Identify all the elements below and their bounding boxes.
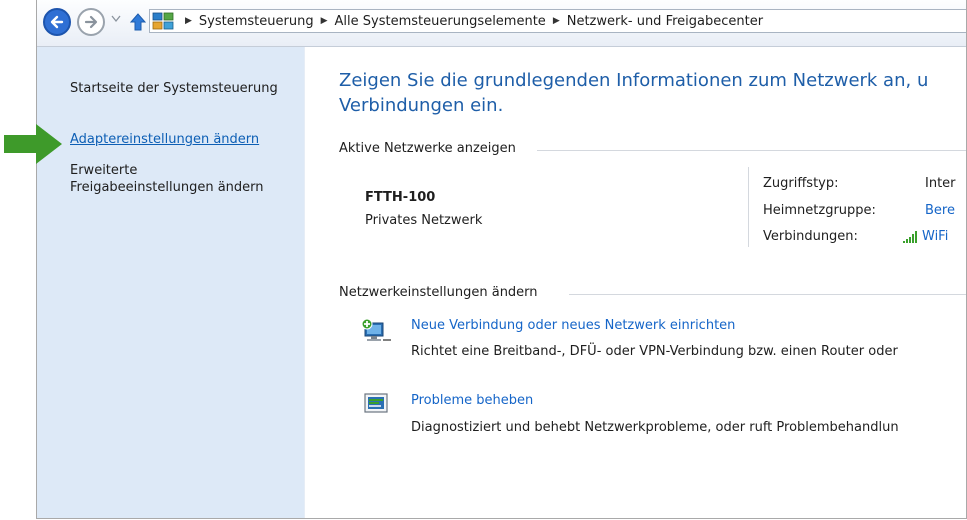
section-divider [537,150,966,151]
sidebar: Startseite der Systemsteuerung Adapterei… [37,47,305,518]
page-title-line2: Verbindungen ein. [339,95,504,116]
vertical-divider [748,167,749,247]
network-type: Privates Netzwerk [365,213,483,228]
new-connection-icon [361,318,391,341]
breadcrumb-systemsteuerung[interactable]: Systemsteuerung [199,14,314,29]
breadcrumb-netzwerkcenter[interactable]: Netzwerk- und Freigabecenter [567,14,763,29]
breadcrumb-separator-icon[interactable]: ▶ [553,16,560,26]
up-arrow-icon[interactable] [130,12,146,32]
active-networks-heading: Aktive Netzwerke anzeigen [339,141,516,156]
access-type-value: Inter [925,176,956,191]
homegroup-link[interactable]: Bere [925,203,955,218]
homegroup-label: Heimnetzgruppe: [763,203,876,218]
forward-button[interactable] [77,8,105,36]
connections-label: Verbindungen: [763,229,858,244]
network-name: FTTH-100 [365,190,436,205]
troubleshoot-description: Diagnostiziert und behebt Netzwerkproble… [411,420,899,435]
recent-locations-dropdown-icon[interactable] [111,15,121,23]
sidebar-item-home[interactable]: Startseite der Systemsteuerung [70,80,278,97]
breadcrumb-separator-icon[interactable]: ▶ [185,16,192,26]
breadcrumb-separator-icon[interactable]: ▶ [321,16,328,26]
breadcrumb-alle-elemente[interactable]: Alle Systemsteuerungselemente [335,14,546,29]
troubleshoot-icon [364,393,388,413]
annotation-arrow-icon [4,124,62,164]
network-settings-heading: Netzwerkeinstellungen ändern [339,285,538,300]
access-type-label: Zugriffstyp: [763,176,839,191]
address-bar[interactable]: ▶ Systemsteuerung ▶ Alle Systemsteuerung… [149,9,966,33]
page-title: Zeigen Sie die grundlegenden Information… [339,68,966,118]
sidebar-item-adapter-settings[interactable]: Adaptereinstellungen ändern [70,131,259,148]
arrow-right-icon [84,15,98,29]
back-button[interactable] [43,8,71,36]
wifi-connection-label[interactable]: WiFi [922,229,948,244]
page-title-line1: Zeigen Sie die grundlegenden Information… [339,70,929,91]
explorer-window: ▶ Systemsteuerung ▶ Alle Systemsteuerung… [36,0,967,519]
section-divider [569,294,966,295]
navigation-bar: ▶ Systemsteuerung ▶ Alle Systemsteuerung… [37,0,966,47]
troubleshoot-link[interactable]: Probleme beheben [411,393,533,408]
new-connection-description: Richtet eine Breitband-, DFÜ- oder VPN-V… [411,344,898,359]
sidebar-item-advanced-sharing[interactable]: Erweiterte Freigabeeinstellungen ändern [70,162,300,196]
main-content: Zeigen Sie die grundlegenden Information… [305,47,966,518]
wifi-connection-link[interactable]: WiFi [903,229,948,244]
arrow-left-icon [50,15,64,29]
control-panel-icon [152,12,174,30]
wifi-signal-icon [903,230,917,243]
new-connection-link[interactable]: Neue Verbindung oder neues Netzwerk einr… [411,318,735,333]
